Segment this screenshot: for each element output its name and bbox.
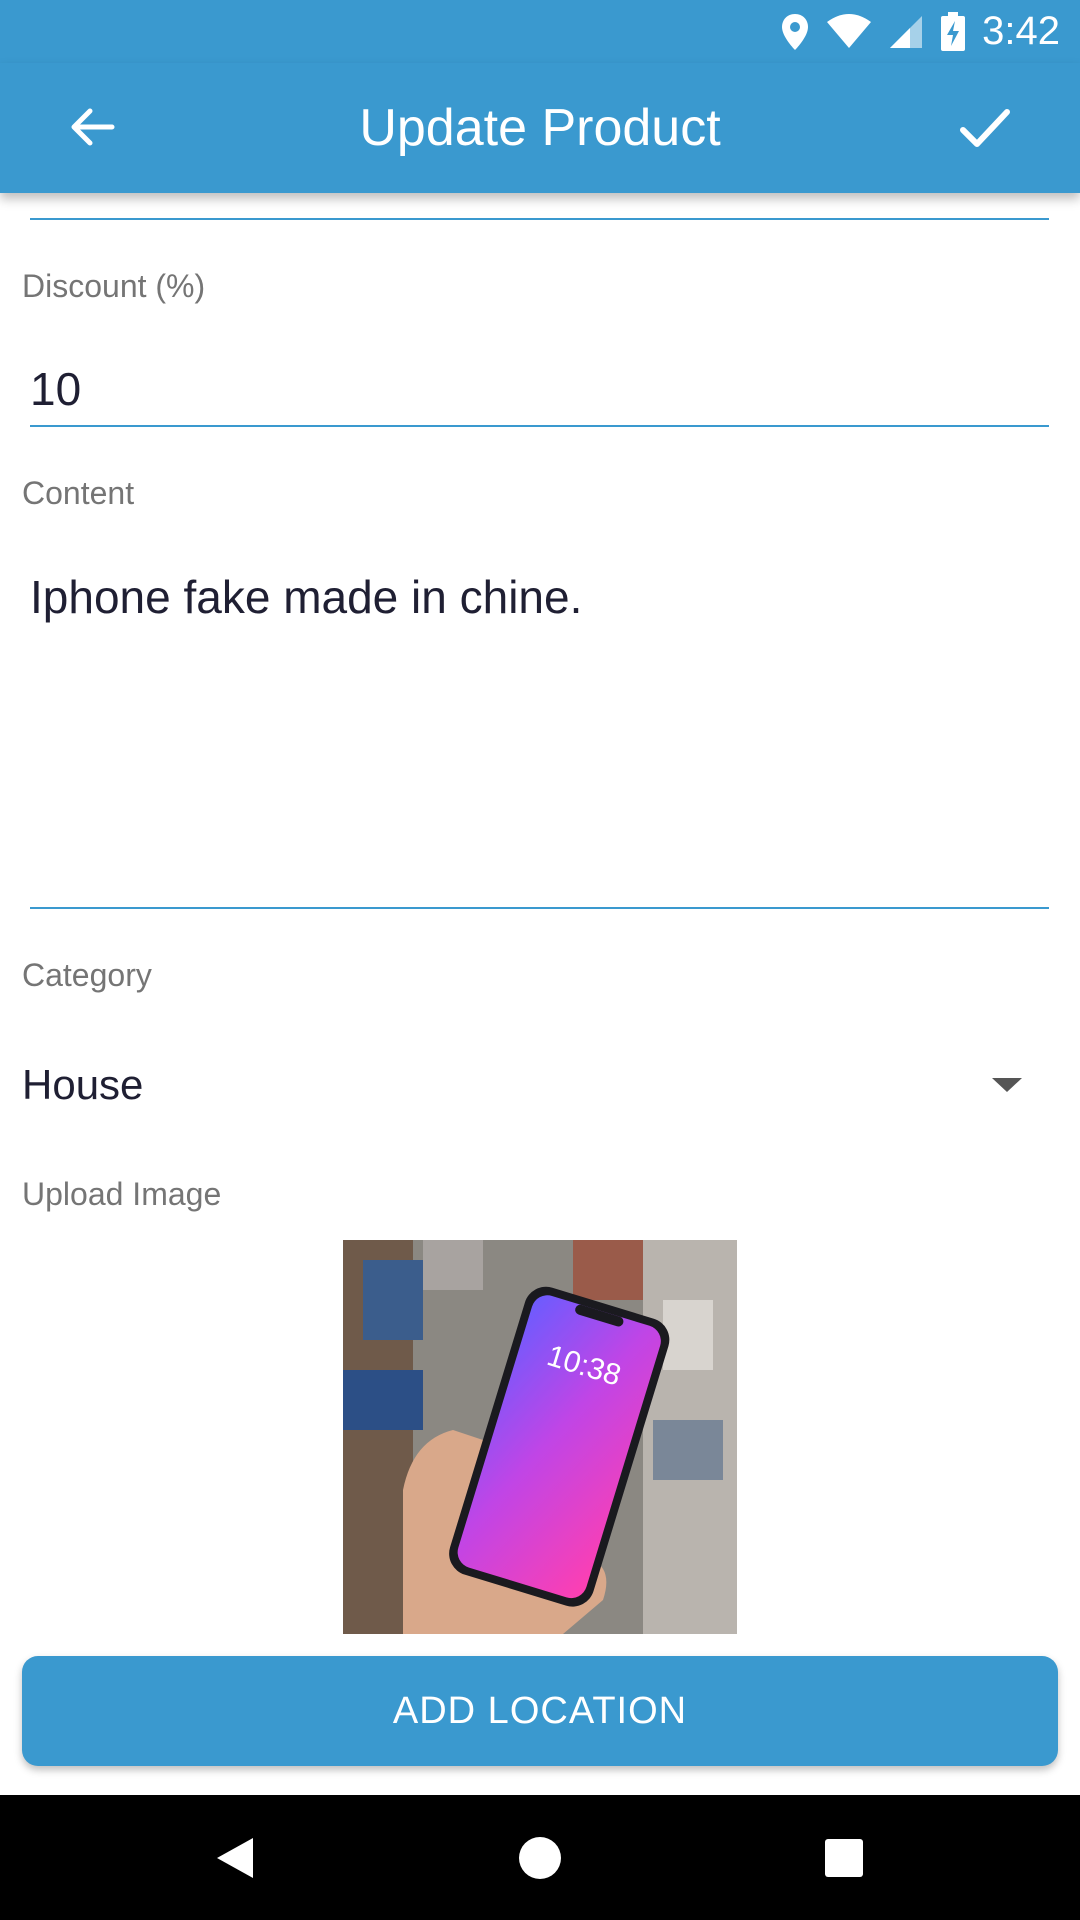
add-location-button[interactable]: ADD LOCATION: [22, 1656, 1058, 1766]
category-label: Category: [22, 957, 152, 993]
price-field-underline: [30, 218, 1049, 220]
system-nav-bar: [0, 1795, 1080, 1920]
nav-recents-button[interactable]: [784, 1795, 904, 1920]
battery-charging-icon: [941, 11, 966, 51]
status-bar: 3:42: [0, 0, 1080, 63]
product-image[interactable]: 10:38: [343, 1240, 737, 1634]
status-time: 3:42: [982, 9, 1060, 53]
content-label: Content: [22, 475, 135, 511]
page-title: Update Product: [359, 99, 721, 157]
discount-input[interactable]: 10: [30, 362, 81, 416]
nav-back-button[interactable]: [175, 1795, 295, 1920]
nav-home-button[interactable]: [480, 1795, 600, 1920]
content-underline: [30, 907, 1049, 909]
dropdown-arrow-icon: [992, 1078, 1022, 1092]
check-icon: [960, 109, 1010, 147]
app-bar: Update Product: [0, 63, 1080, 193]
location-icon: [782, 13, 809, 50]
save-button[interactable]: [950, 93, 1020, 163]
nav-back-icon: [217, 1837, 253, 1878]
category-select[interactable]: House: [22, 1055, 1042, 1115]
discount-label: Discount (%): [22, 268, 206, 304]
form-scroll-area[interactable]: 1000000 Discount (%) 10 Content Iphone f…: [0, 0, 1080, 1795]
product-photo-phone-in-hand: 10:38: [343, 1240, 737, 1634]
nav-recents-icon: [825, 1838, 863, 1877]
wifi-icon: [827, 13, 872, 48]
upload-image-label: Upload Image: [22, 1176, 222, 1212]
nav-home-icon: [519, 1836, 561, 1879]
category-selected-value: House: [22, 1061, 144, 1108]
discount-underline: [30, 425, 1049, 427]
content-textarea[interactable]: Iphone fake made in chine.: [30, 570, 582, 624]
signal-icon: [890, 15, 923, 48]
